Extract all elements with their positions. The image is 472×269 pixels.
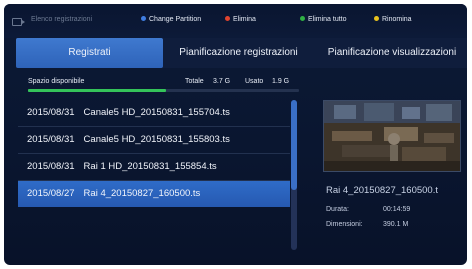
green-key-icon	[300, 15, 305, 21]
duration-value: 00:14:59	[383, 206, 411, 213]
tab-registrati[interactable]: Registrati	[16, 38, 163, 68]
legend-elimina-tutto-label: Elimina tutto	[308, 16, 347, 23]
tab-bar: Registrati Pianificazione registrazioni …	[16, 38, 467, 68]
blue-key-icon	[141, 15, 146, 21]
recording-preview	[323, 100, 461, 172]
detail-title: Rai 4_20150827_160500.t	[326, 185, 438, 196]
recording-row-selected[interactable]: 2015/08/27 Rai 4_20150827_160500.ts	[18, 181, 290, 207]
page-title: Elenco registrazioni	[31, 16, 93, 23]
legend-rinomina-label: Rinomina	[382, 16, 412, 23]
list-scrollbar[interactable]	[291, 100, 297, 250]
size-value: 390.1 M	[383, 221, 409, 228]
storage-total-value: 3.7 G	[213, 78, 231, 85]
red-key-icon	[225, 15, 230, 21]
recording-date: 2015/08/31	[27, 161, 75, 172]
preview-scene-image	[324, 101, 460, 171]
tab-pianificazione-registrazioni[interactable]: Pianificazione registrazioni	[166, 38, 311, 68]
storage-used-value: 1.9 G	[272, 78, 290, 85]
yellow-key-icon	[374, 15, 379, 21]
legend-elimina-label: Elimina	[233, 16, 256, 23]
recording-date: 2015/08/31	[27, 134, 75, 145]
storage-used-label: Usato	[245, 78, 264, 85]
legend-elimina: Elimina	[225, 15, 256, 23]
storage-label: Spazio disponibile	[28, 78, 85, 85]
recording-row[interactable]: 2015/08/31 Canale5 HD_20150831_155704.ts	[18, 100, 290, 126]
recording-date: 2015/08/27	[27, 188, 75, 199]
tab-pianificazione-visualizzazioni[interactable]: Pianificazione visualizzazioni	[316, 38, 467, 68]
legend-rinomina: Rinomina	[374, 15, 412, 23]
storage-bar	[28, 89, 299, 92]
recording-row[interactable]: 2015/08/31 Rai 1 HD_20150831_155854.ts	[18, 154, 290, 180]
recording-name: Canale5 HD_20150831_155704.ts	[83, 107, 230, 118]
recording-row[interactable]: 2015/08/31 Canale5 HD_20150831_155803.ts	[18, 127, 290, 153]
scrollbar-thumb[interactable]	[291, 100, 297, 190]
legend-change-partition-label: Change Partition	[149, 16, 202, 23]
recording-name: Rai 1 HD_20150831_155854.ts	[83, 161, 217, 172]
recordings-screen: Elenco registrazioni Change Partition El…	[4, 4, 467, 265]
size-label: Dimensioni:	[326, 221, 363, 228]
legend-change-partition: Change Partition	[141, 15, 202, 23]
recording-date: 2015/08/31	[27, 107, 75, 118]
top-bar: Elenco registrazioni Change Partition El…	[4, 4, 467, 38]
recordings-icon	[12, 18, 25, 26]
storage-bar-fill	[28, 89, 167, 92]
recording-name: Canale5 HD_20150831_155803.ts	[83, 134, 230, 145]
recordings-list: 2015/08/31 Canale5 HD_20150831_155704.ts …	[18, 100, 303, 250]
recording-name: Rai 4_20150827_160500.ts	[83, 188, 201, 199]
legend-elimina-tutto: Elimina tutto	[300, 15, 347, 23]
storage-total-label: Totale	[185, 78, 204, 85]
duration-label: Durata:	[326, 206, 349, 213]
